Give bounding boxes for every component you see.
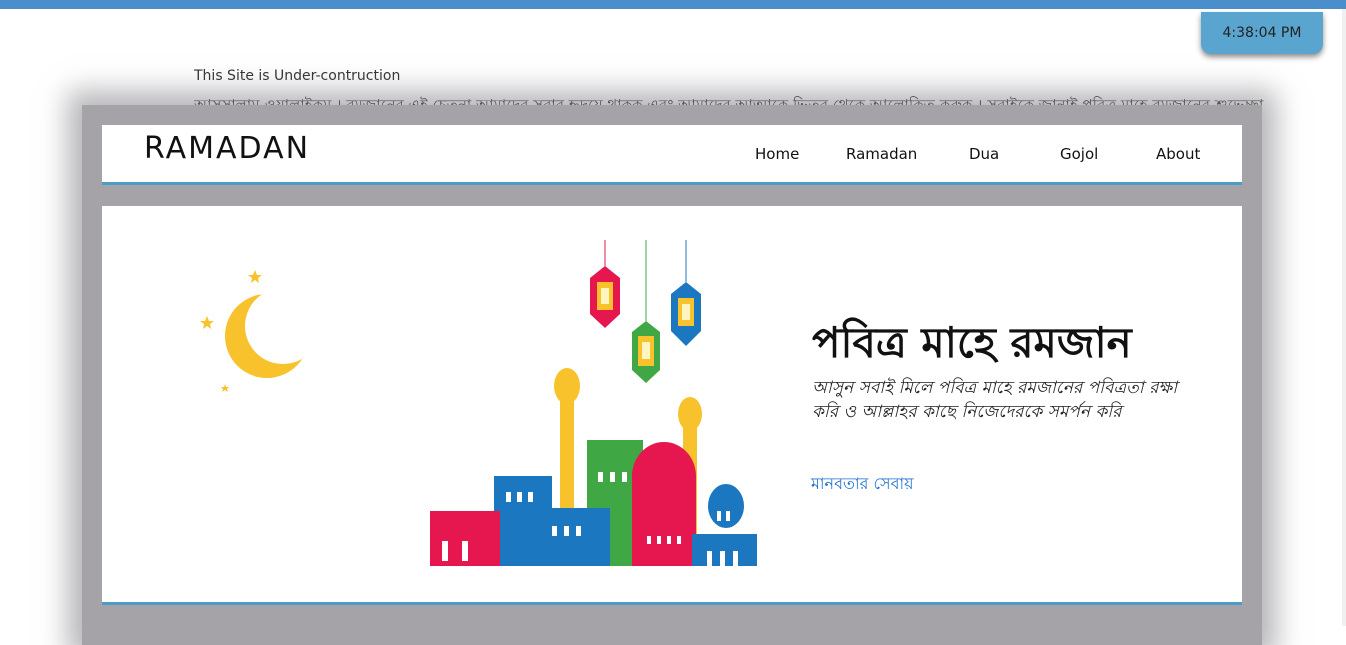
star-icon	[221, 384, 229, 392]
scrollbar[interactable]	[1342, 9, 1346, 626]
hero-title: পবিত্র মাহে রমজান	[812, 318, 1132, 367]
top-accent-bar	[0, 0, 1346, 9]
nav-dua[interactable]: Dua	[969, 145, 999, 163]
clock-widget: 4:38:04 PM	[1201, 12, 1323, 54]
navbar: RAMADAN Home Ramadan Dua Gojol About	[102, 125, 1242, 185]
construction-notice: This Site is Under-contruction	[194, 68, 401, 84]
mosque-illustration	[430, 240, 757, 566]
clock-time: 4:38:04 PM	[1222, 25, 1302, 41]
lantern-icon	[632, 321, 660, 383]
nav-gojol[interactable]: Gojol	[1060, 145, 1098, 163]
hero-subtitle: আসুন সবাই মিলে পবিত্র মাহে রমজানের পবিত্…	[812, 378, 1178, 422]
lantern-icon	[590, 266, 620, 328]
crescent-moon-icon	[200, 270, 321, 392]
nav-home[interactable]: Home	[755, 145, 799, 163]
lantern-icon	[671, 282, 701, 346]
site-logo[interactable]: RAMADAN	[144, 131, 310, 166]
nav-about[interactable]: About	[1156, 145, 1200, 163]
star-icon	[200, 316, 214, 329]
service-link[interactable]: মানবতার সেবায়	[811, 471, 914, 498]
hero-section: পবিত্র মাহে রমজান আসুন সবাই মিলে পবিত্র …	[102, 206, 1242, 605]
nav-ramadan[interactable]: Ramadan	[846, 145, 917, 163]
star-icon	[248, 270, 262, 283]
